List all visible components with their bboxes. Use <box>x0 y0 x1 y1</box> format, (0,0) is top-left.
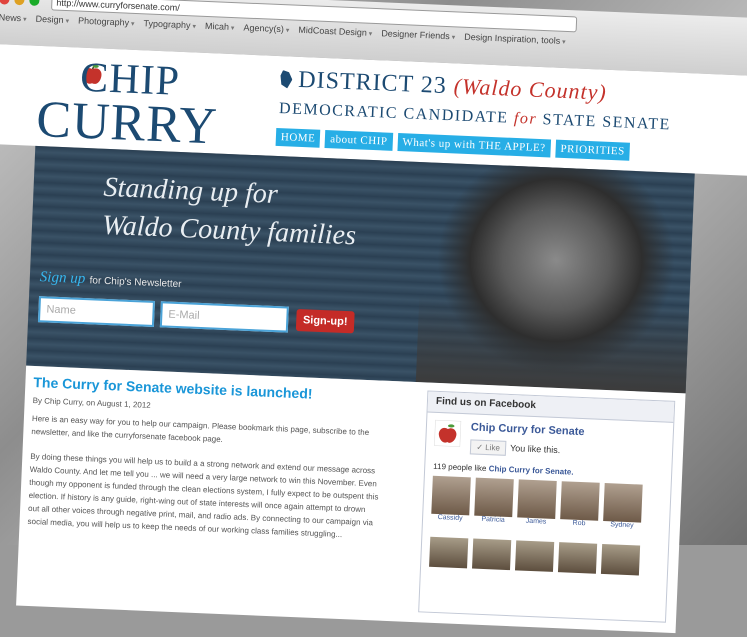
avatar <box>474 477 514 518</box>
like-count-page[interactable]: Chip Curry for Senate. <box>489 464 574 477</box>
avatar <box>517 479 557 519</box>
friend-name: Patricia <box>481 515 505 524</box>
nav-priorities[interactable]: PRIORITIES <box>555 139 631 161</box>
bookmark-design[interactable]: Design <box>35 14 69 25</box>
friend-sydney[interactable]: Sydney <box>603 483 643 530</box>
friend-james[interactable]: James <box>517 479 557 526</box>
avatar <box>431 475 471 516</box>
district-label: DISTRICT 23 <box>297 66 448 100</box>
bookmark-designer-friends[interactable]: Designer Friends <box>381 28 455 41</box>
like-count-text: 119 people like <box>433 461 487 474</box>
you-like-text: You like this. <box>509 443 561 456</box>
nav-about-chip[interactable]: about CHIP <box>324 130 393 151</box>
avatar[interactable] <box>557 542 598 574</box>
avatar[interactable] <box>472 538 512 571</box>
main-content: The Curry for Senate website is launched… <box>16 365 686 634</box>
friend-patricia[interactable]: Patricia <box>474 477 514 525</box>
hero-banner: Standing up for Waldo County families Si… <box>26 145 695 394</box>
facebook-widget-heading: Find us on Facebook <box>427 391 675 423</box>
facebook-like-button[interactable]: ✓ Like <box>469 439 507 456</box>
window-controls <box>0 0 40 6</box>
nav-home[interactable]: HOME <box>275 127 321 148</box>
newsletter-heading: Sign up for Chip's Newsletter <box>39 268 182 292</box>
browser-page: http://www.curryforsenate.com/ News Desi… <box>0 0 747 634</box>
page-avatar-apple-icon[interactable] <box>434 419 462 447</box>
main-nav: HOME about CHIP What's up with THE APPLE… <box>275 127 631 161</box>
avatar[interactable] <box>514 540 555 572</box>
candidate-for: for <box>513 109 538 128</box>
friend-name: James <box>525 517 547 526</box>
maine-map-icon <box>280 70 293 88</box>
like-label: Like <box>485 442 501 453</box>
signup-label: Sign up <box>39 269 86 288</box>
avatar <box>603 483 643 523</box>
bookmark-micah[interactable]: Micah <box>205 21 235 32</box>
friend-name: Sydney <box>610 521 634 530</box>
minimize-icon[interactable] <box>14 0 25 6</box>
bookmark-midcoast-design[interactable]: MidCoast Design <box>298 25 372 38</box>
zoom-icon[interactable] <box>29 0 40 6</box>
friend-name: Cassidy <box>437 514 463 523</box>
nav-the-apple[interactable]: What's up with THE APPLE? <box>397 133 551 158</box>
bookmark-agency[interactable]: Agency(s) <box>243 22 289 34</box>
signup-sublabel: for Chip's Newsletter <box>89 275 182 291</box>
friend-faces-row-2 <box>429 536 641 576</box>
post-byline: By Chip Curry, on August 1, 2012 <box>32 395 151 410</box>
friend-rob[interactable]: Rob <box>560 481 600 528</box>
name-input[interactable]: Name <box>37 296 155 327</box>
like-count: 119 people like Chip Curry for Senate. <box>433 462 574 477</box>
close-icon[interactable] <box>0 0 10 5</box>
signup-button[interactable]: Sign-up! <box>295 308 355 334</box>
friend-name: Rob <box>572 519 586 528</box>
post-paragraph-2: By doing these things you will help us t… <box>27 451 379 540</box>
candidate-role: DEMOCRATIC CANDIDATE <box>278 100 509 127</box>
facebook-widget: Find us on Facebook Chip Curry for Senat… <box>418 390 676 623</box>
avatar[interactable] <box>600 543 641 576</box>
friend-faces: Cassidy Patricia James Rob Sydney <box>431 475 643 530</box>
district-heading: DISTRICT 23 (Waldo County) <box>280 66 608 107</box>
candidate-office: STATE SENATE <box>542 111 672 134</box>
candidate-subtitle: DEMOCRATIC CANDIDATE for STATE SENATE <box>279 100 671 134</box>
bookmark-news[interactable]: News <box>0 12 27 23</box>
avatar <box>560 481 600 521</box>
bookmark-photography[interactable]: Photography <box>78 16 135 28</box>
facebook-page-name[interactable]: Chip Curry for Senate <box>471 421 585 438</box>
bookmark-typography[interactable]: Typography <box>143 18 196 30</box>
friend-cassidy[interactable]: Cassidy <box>431 475 471 523</box>
hero-tagline: Standing up for Waldo County families <box>101 169 358 256</box>
email-input[interactable]: E-Mail <box>159 301 289 333</box>
candidate-photo <box>415 162 695 394</box>
county-label: (Waldo County) <box>453 73 608 105</box>
avatar[interactable] <box>429 536 469 569</box>
post-paragraph-1: Here is an easy way for you to help our … <box>31 413 370 444</box>
bookmark-design-inspiration[interactable]: Design Inspiration, tools <box>464 32 566 46</box>
